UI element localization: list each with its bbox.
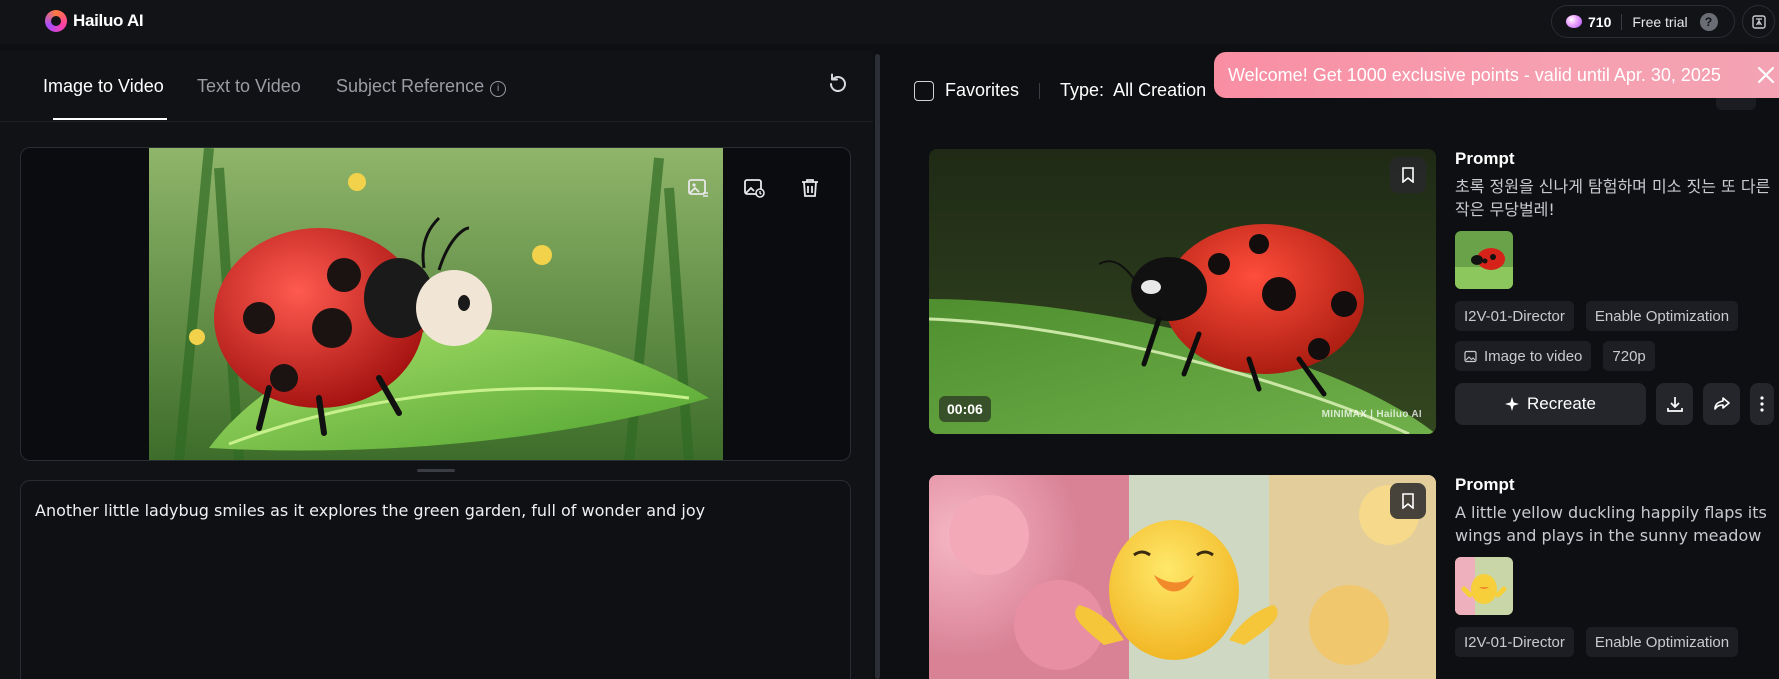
sparkle-icon: [1505, 397, 1519, 411]
more-button[interactable]: [1750, 383, 1774, 425]
image-icon: [1464, 350, 1477, 362]
tag-row: I2V-01-Director Enable Optimization: [1455, 301, 1779, 331]
mode-tabs: Image to Video Text to Video Subject Ref…: [0, 50, 873, 122]
creation-panel: Image to Video Text to Video Subject Ref…: [0, 50, 873, 679]
gem-icon: [1566, 15, 1582, 28]
image-edit-icon[interactable]: [682, 172, 714, 204]
divider: [1039, 82, 1041, 99]
bookmark-icon[interactable]: [1390, 483, 1426, 519]
logo[interactable]: Hailuo AI: [45, 10, 144, 32]
tab-subject-reference[interactable]: Subject Reference i: [336, 76, 507, 97]
points-pill[interactable]: 710 Free trial ?: [1551, 5, 1735, 38]
hailuo-logo-icon: [45, 10, 67, 32]
mode-tag-label: Image to video: [1484, 347, 1583, 365]
tab-text-to-video[interactable]: Text to Video: [197, 76, 301, 97]
tag-row: Image to video 720p: [1455, 341, 1779, 371]
creation-card: Prompt A little yellow duckling happily …: [929, 475, 1779, 679]
type-label: Type:: [1060, 80, 1105, 100]
prompt-heading: Prompt: [1455, 475, 1515, 494]
points-count: 710: [1588, 13, 1612, 30]
video-thumbnail[interactable]: 00:06 MINIMAX | Hailuo AI: [929, 149, 1436, 434]
banner-text: Welcome! Get 1000 exclusive points - val…: [1228, 64, 1721, 85]
card-meta: Prompt 초록 정원을 신나게 탐험하며 미소 짓는 또 다른 작은 무당벌…: [1455, 149, 1779, 425]
mode-tag: Image to video: [1455, 341, 1592, 371]
prompt-heading: Prompt: [1455, 149, 1515, 168]
prompt-input[interactable]: Another little ladybug smiles as it expl…: [20, 480, 851, 679]
source-image-thumbnail[interactable]: [1455, 557, 1513, 615]
plan-label: Free trial: [1632, 13, 1688, 30]
image-history-icon[interactable]: [738, 172, 770, 204]
translate-icon: [1751, 14, 1766, 29]
reset-icon[interactable]: [826, 72, 850, 96]
resolution-tag: 720p: [1603, 341, 1655, 371]
type-select[interactable]: All Creation: [1113, 80, 1206, 101]
optimization-tag: Enable Optimization: [1585, 627, 1739, 657]
logo-text: Hailuo AI: [73, 11, 144, 30]
model-tag: I2V-01-Director: [1455, 627, 1574, 657]
watermark: MINIMAX | Hailuo AI: [1321, 409, 1422, 420]
recreate-button[interactable]: Recreate: [1455, 383, 1646, 425]
video-thumbnail[interactable]: [929, 475, 1436, 679]
model-tag: I2V-01-Director: [1455, 301, 1574, 331]
card-actions: Recreate: [1455, 383, 1779, 425]
trash-icon[interactable]: [794, 172, 826, 204]
card-prompt: 초록 정원을 신나게 탐험하며 미소 짓는 또 다른 작은 무당벌레!: [1455, 177, 1771, 219]
card-prompt: A little yellow duckling happily flaps i…: [1455, 503, 1767, 545]
card-meta: Prompt A little yellow duckling happily …: [1455, 475, 1779, 657]
download-button[interactable]: [1656, 383, 1693, 425]
language-button[interactable]: [1742, 5, 1775, 38]
more-vertical-icon: [1760, 396, 1764, 412]
recreate-label: Recreate: [1527, 394, 1596, 413]
favorites-label[interactable]: Favorites: [945, 80, 1019, 101]
share-button[interactable]: [1703, 383, 1740, 425]
active-tab-indicator: [53, 118, 167, 120]
creation-card: 00:06 MINIMAX | Hailuo AI Prompt 초록 정원을 …: [929, 149, 1779, 439]
top-bar: Hailuo AI 710 Free trial ?: [0, 0, 1779, 44]
bookmark-icon[interactable]: [1390, 157, 1426, 193]
resize-handle[interactable]: [417, 469, 455, 472]
close-icon[interactable]: [1755, 64, 1777, 86]
video-duration: 00:06: [939, 396, 991, 422]
panel-splitter[interactable]: [875, 54, 880, 679]
source-image-thumbnail[interactable]: [1455, 231, 1513, 289]
favorites-checkbox[interactable]: [914, 80, 934, 101]
filter-row: Favorites Type: All Creation: [914, 80, 1206, 101]
tab-image-to-video[interactable]: Image to Video: [43, 76, 164, 97]
image-toolbar: [682, 172, 850, 204]
info-icon[interactable]: i: [490, 80, 507, 97]
uploaded-image: [149, 148, 723, 460]
share-icon: [1713, 397, 1730, 410]
uploaded-image-box[interactable]: [20, 147, 851, 461]
prompt-text[interactable]: Another little ladybug smiles as it expl…: [35, 501, 836, 520]
download-icon: [1666, 397, 1683, 412]
tab-subject-reference-label: Subject Reference: [336, 76, 485, 96]
welcome-banner[interactable]: Welcome! Get 1000 exclusive points - val…: [1214, 52, 1779, 98]
divider: [1621, 13, 1623, 30]
tag-row: I2V-01-Director Enable Optimization: [1455, 627, 1779, 657]
help-icon[interactable]: ?: [1699, 12, 1718, 31]
optimization-tag: Enable Optimization: [1585, 301, 1739, 331]
